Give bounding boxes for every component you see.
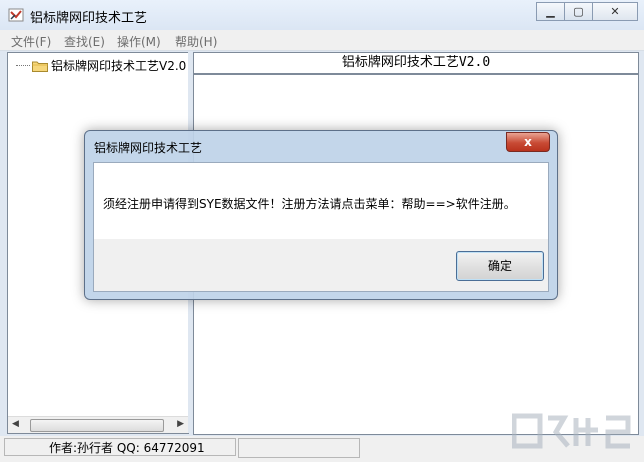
menu-find[interactable]: 查找(E) bbox=[64, 33, 105, 50]
content-header: 铝标牌网印技术工艺V2.0 bbox=[193, 52, 639, 74]
scroll-right-icon[interactable]: ▶ bbox=[177, 419, 184, 429]
menu-operate[interactable]: 操作(M) bbox=[117, 33, 161, 50]
window-controls: ▁ ▢ ✕ bbox=[536, 2, 638, 21]
dialog-message-area: 须经注册申请得到SYE数据文件！注册方法请点击菜单：帮助==>软件注册。 bbox=[94, 163, 548, 239]
ok-button[interactable]: 确定 bbox=[456, 251, 544, 281]
app-icon bbox=[8, 8, 24, 22]
scrollbar-thumb[interactable] bbox=[30, 419, 164, 432]
window-title: 铝标牌网印技术工艺 bbox=[30, 11, 148, 26]
status-author: 作者:孙行者 QQ: 64772091 bbox=[4, 438, 236, 456]
status-panel-empty bbox=[238, 438, 360, 458]
title-bar: 铝标牌网印技术工艺 ▁ ▢ ✕ bbox=[0, 0, 644, 31]
folder-icon bbox=[32, 61, 48, 72]
close-button[interactable]: ✕ bbox=[592, 2, 638, 21]
maximize-button[interactable]: ▢ bbox=[564, 2, 593, 21]
tree-item-label: 铝标牌网印技术工艺V2.0 bbox=[51, 59, 187, 73]
watermark-logo bbox=[512, 413, 631, 449]
tree-connector bbox=[16, 65, 30, 66]
menu-bar: 文件(F) 查找(E) 操作(M) 帮助(H) bbox=[0, 30, 644, 51]
menu-help[interactable]: 帮助(H) bbox=[175, 33, 217, 50]
minimize-button[interactable]: ▁ bbox=[536, 2, 565, 21]
dialog-title: 铝标牌网印技术工艺 bbox=[94, 141, 203, 155]
horizontal-scrollbar[interactable]: ◀ ▶ bbox=[8, 416, 188, 433]
dialog-body: 须经注册申请得到SYE数据文件！注册方法请点击菜单：帮助==>软件注册。 确定 bbox=[93, 162, 549, 292]
dialog-message: 须经注册申请得到SYE数据文件！注册方法请点击菜单：帮助==>软件注册。 bbox=[103, 197, 516, 211]
tree-item[interactable]: 铝标牌网印技术工艺V2.0 bbox=[16, 57, 186, 74]
menu-file[interactable]: 文件(F) bbox=[11, 33, 51, 50]
dialog-close-button[interactable]: x bbox=[506, 132, 550, 152]
scroll-left-icon[interactable]: ◀ bbox=[12, 419, 19, 429]
message-dialog: 铝标牌网印技术工艺 x 须经注册申请得到SYE数据文件！注册方法请点击菜单：帮助… bbox=[84, 130, 558, 300]
